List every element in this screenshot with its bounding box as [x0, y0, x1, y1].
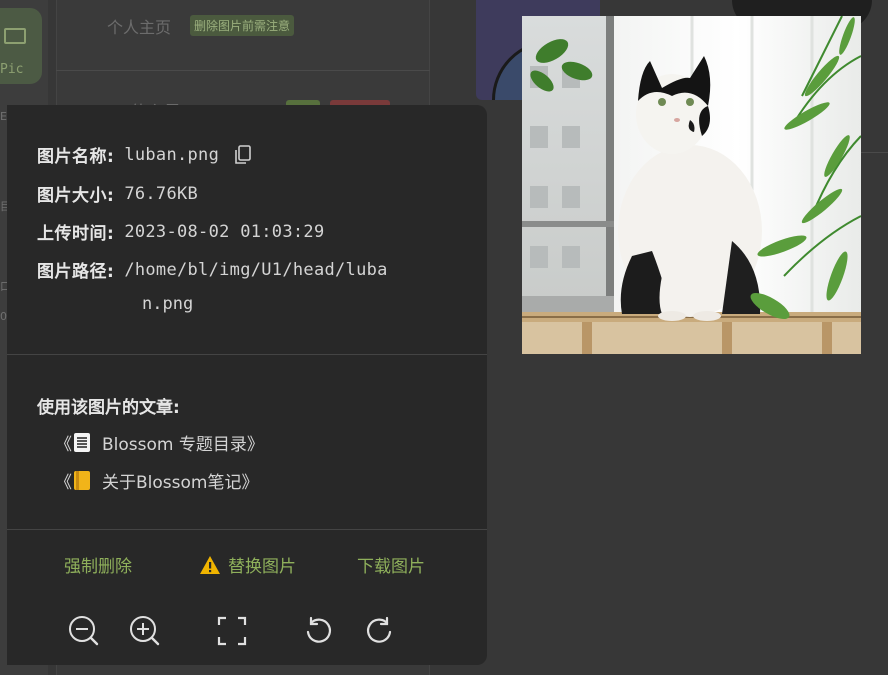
background-divider	[56, 70, 430, 71]
image-path-value-wrap: n.png	[142, 294, 194, 314]
home-link[interactable]: 个人主页	[107, 14, 171, 38]
image-path-row: 图片路径: /home/bl/img/U1/head/luba	[37, 257, 388, 283]
background-divider	[860, 152, 888, 153]
article-link[interactable]: 《 Blossom 专题目录 》	[55, 430, 264, 455]
warning-icon	[199, 555, 221, 575]
upload-time-value: 2023-08-02 01:03:29	[124, 221, 325, 242]
image-name-label: 图片名称:	[37, 147, 115, 167]
article-link[interactable]: 《 关于Blossom笔记 》	[55, 468, 258, 493]
image-size-label: 图片大小:	[37, 186, 115, 206]
image-preview	[522, 16, 861, 354]
article-title: Blossom 专题目录	[102, 435, 247, 455]
image-name-row: 图片名称: luban.png	[37, 142, 253, 167]
zoom-in-icon[interactable]	[128, 614, 162, 648]
image-size-value: 76.76KB	[124, 183, 199, 204]
divider	[7, 354, 487, 355]
cat-photo	[522, 16, 861, 354]
notebook-emoji-icon	[74, 471, 90, 490]
upload-time-row: 上传时间: 2023-08-02 01:03:29	[37, 219, 325, 245]
replace-image-button[interactable]: 替换图片	[199, 552, 296, 577]
bracket-open: 《	[55, 435, 72, 455]
fullscreen-icon[interactable]	[215, 614, 249, 648]
rotate-right-icon[interactable]	[362, 614, 396, 648]
image-size-row: 图片大小: 76.76KB	[37, 181, 199, 207]
rotate-left-icon[interactable]	[302, 614, 336, 648]
bracket-open: 《	[55, 473, 72, 493]
copy-icon[interactable]	[233, 144, 253, 166]
bracket-close: 》	[241, 473, 259, 493]
upload-time-label: 上传时间:	[37, 224, 115, 244]
article-title: 关于Blossom笔记	[102, 473, 242, 493]
picture-icon	[4, 28, 26, 44]
sidebar-pic-button[interactable]: Pic	[0, 8, 42, 84]
home-badge: 删除图片前需注意	[190, 15, 295, 36]
image-path-label: 图片路径:	[37, 262, 115, 282]
divider	[7, 529, 487, 530]
articles-section-title: 使用该图片的文章:	[37, 398, 180, 418]
zoom-out-icon[interactable]	[67, 614, 101, 648]
image-name-value: luban.png	[124, 144, 220, 165]
force-delete-button[interactable]: 强制删除	[64, 552, 132, 577]
image-info-panel: 图片名称: luban.png 图片大小: 76.76KB 上传时间: 2023…	[7, 105, 487, 665]
replace-image-label: 替换图片	[228, 557, 296, 577]
sidebar-pic-label: Pic	[0, 62, 24, 77]
image-path-value: /home/bl/img/U1/head/luba	[124, 259, 388, 280]
page-emoji-icon	[74, 433, 90, 452]
download-image-button[interactable]: 下载图片	[357, 552, 425, 577]
bracket-close: 》	[246, 435, 264, 455]
